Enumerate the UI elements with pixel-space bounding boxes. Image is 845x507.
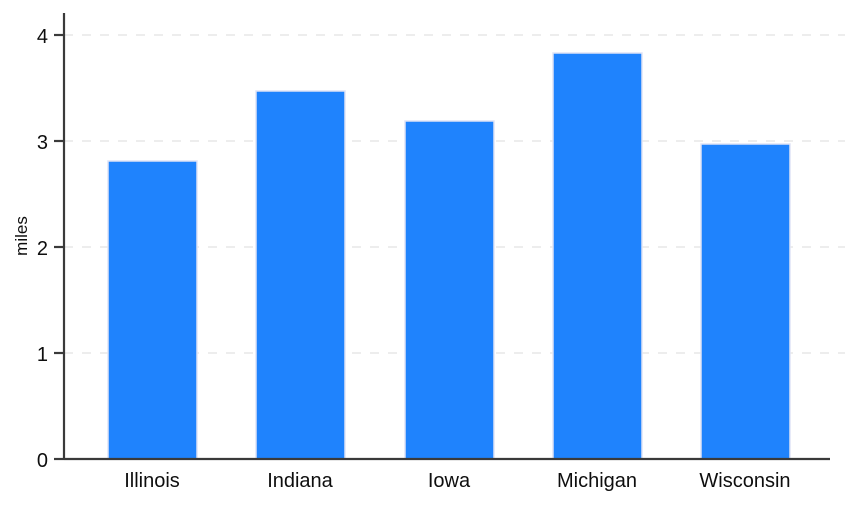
y-axis-tick-labels: 4 3 2 1 0 <box>37 26 48 472</box>
x-tick-label-iowa: Iowa <box>428 470 471 492</box>
bar-indiana[interactable] <box>255 90 346 460</box>
chart-canvas: 4 3 2 1 0 Illinois Indiana Iowa Michigan… <box>12 13 845 492</box>
bar-wisconsin[interactable] <box>700 143 791 460</box>
bar-michigan[interactable] <box>552 52 643 460</box>
x-tick-label-wisconsin: Wisconsin <box>699 470 790 492</box>
y-tick-label-2: 2 <box>37 238 48 260</box>
bar-chart: 4 3 2 1 0 Illinois Indiana Iowa Michigan… <box>0 0 845 507</box>
x-tick-label-indiana: Indiana <box>267 470 333 492</box>
bar-illinois[interactable] <box>107 160 198 460</box>
x-tick-label-michigan: Michigan <box>557 470 637 492</box>
y-tick-label-4: 4 <box>37 26 48 48</box>
x-tick-label-illinois: Illinois <box>124 470 180 492</box>
y-tick-label-1: 1 <box>37 344 48 366</box>
y-axis-title: miles <box>12 216 31 256</box>
y-tick-label-0: 0 <box>37 450 48 472</box>
bar-series-miles <box>107 52 791 460</box>
x-axis-tick-labels: Illinois Indiana Iowa Michigan Wisconsin <box>124 470 790 492</box>
bar-iowa[interactable] <box>404 120 495 460</box>
y-tick-label-3: 3 <box>37 132 48 154</box>
